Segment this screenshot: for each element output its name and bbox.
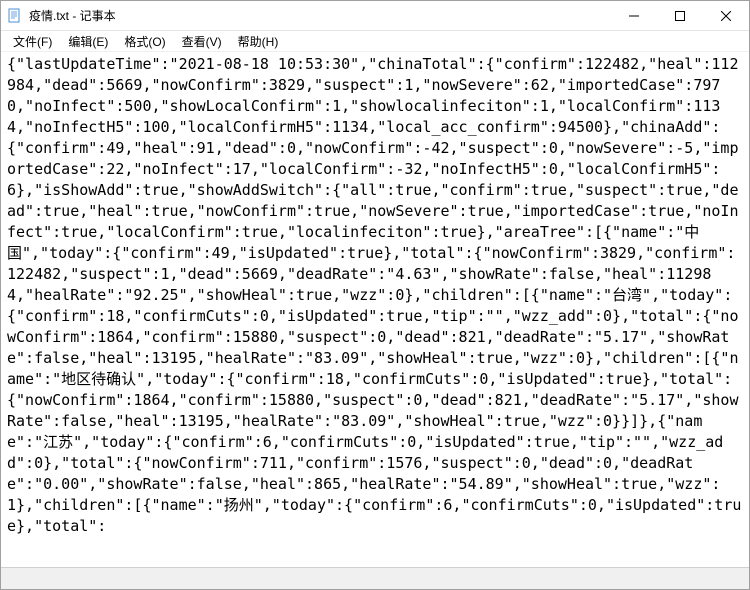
maximize-button[interactable] (657, 1, 703, 30)
statusbar (1, 567, 749, 589)
window-title: 疫情.txt - 记事本 (29, 7, 611, 24)
menu-file[interactable]: 文件(F) (5, 31, 60, 52)
window-controls (611, 1, 749, 30)
menu-help[interactable]: 帮助(H) (230, 31, 287, 52)
menu-view[interactable]: 查看(V) (174, 31, 230, 52)
close-button[interactable] (703, 1, 749, 30)
notepad-window: 疫情.txt - 记事本 文件(F) 编辑(E) 格式(O) 查看(V) 帮助(… (0, 0, 750, 590)
notepad-icon (7, 8, 23, 24)
titlebar[interactable]: 疫情.txt - 记事本 (1, 1, 749, 31)
menubar: 文件(F) 编辑(E) 格式(O) 查看(V) 帮助(H) (1, 31, 749, 52)
menu-format[interactable]: 格式(O) (116, 31, 173, 52)
menu-edit[interactable]: 编辑(E) (60, 31, 116, 52)
minimize-button[interactable] (611, 1, 657, 30)
text-content[interactable]: {"lastUpdateTime":"2021-08-18 10:53:30",… (1, 52, 749, 567)
